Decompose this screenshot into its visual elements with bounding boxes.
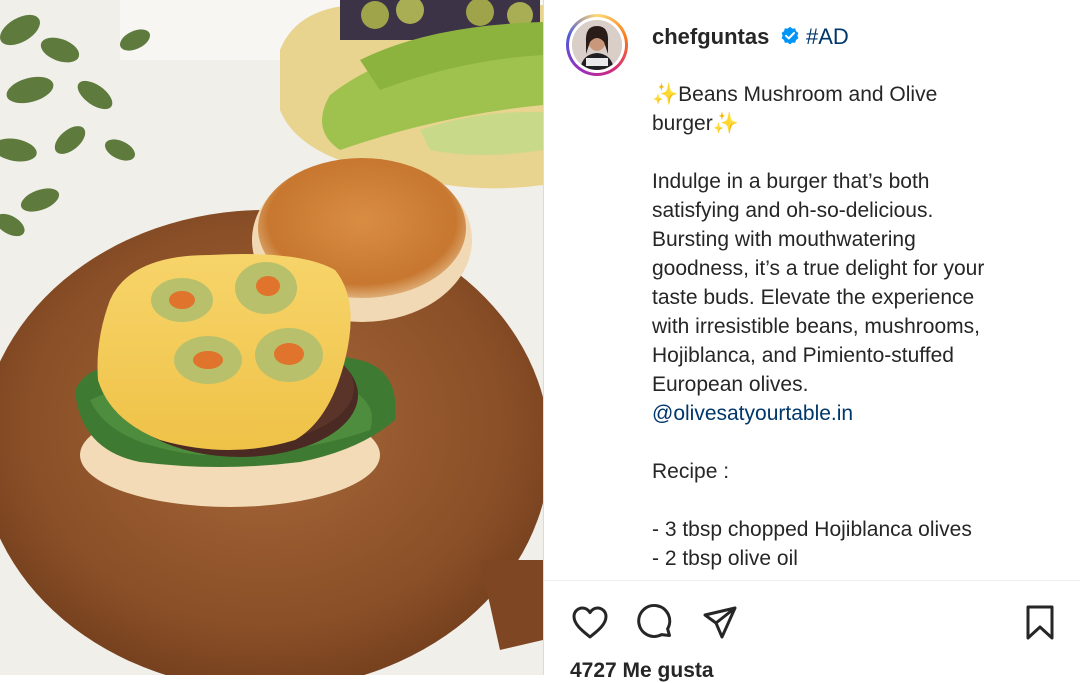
mention-link[interactable]: @olivesatyourtable.in bbox=[652, 399, 1062, 428]
heart-icon[interactable] bbox=[570, 603, 610, 643]
likes-count[interactable]: 4727 Me gusta bbox=[570, 659, 714, 683]
post-image[interactable] bbox=[0, 0, 543, 675]
caption-body-line: Indulge in a burger that’s both bbox=[652, 170, 930, 193]
caption-body-line: Hojiblanca, and Pimiento-stuffed bbox=[652, 344, 954, 367]
action-bar: 4727 Me gusta bbox=[544, 580, 1080, 682]
caption-title-line: burger✨ bbox=[652, 112, 739, 135]
share-icon[interactable] bbox=[700, 603, 740, 643]
bookmark-icon[interactable] bbox=[1020, 603, 1060, 643]
comment-icon[interactable] bbox=[635, 603, 675, 643]
username[interactable]: chefguntas bbox=[652, 24, 769, 50]
recipe-label: Recipe : bbox=[652, 460, 730, 483]
story-ring[interactable] bbox=[566, 14, 628, 76]
caption-body-line: satisfying and oh-so-delicious. bbox=[652, 199, 934, 222]
post-panel: chefguntas #AD ✨Beans Mushroom and Olive… bbox=[543, 0, 1080, 682]
caption-body-line: goodness, it’s a true delight for your bbox=[652, 257, 985, 280]
ingredient-line: - 3 tbsp chopped Hojiblanca olives bbox=[652, 518, 972, 541]
caption-body-line: European olives. bbox=[652, 373, 809, 396]
verified-badge-icon bbox=[780, 26, 800, 46]
avatar-image bbox=[572, 20, 622, 70]
post-header: chefguntas #AD bbox=[544, 0, 1080, 80]
caption-title-line: ✨Beans Mushroom and Olive bbox=[652, 83, 938, 106]
burger-photo bbox=[0, 0, 543, 675]
ad-hashtag[interactable]: #AD bbox=[806, 24, 849, 50]
ingredient-line: - 2 tbsp olive oil bbox=[652, 547, 798, 570]
avatar[interactable] bbox=[572, 20, 622, 70]
caption-body-line: Bursting with mouthwatering bbox=[652, 228, 916, 251]
post-caption: ✨Beans Mushroom and Olive burger✨ Indulg… bbox=[652, 80, 1062, 575]
caption-body-line: taste buds. Elevate the experience bbox=[652, 286, 975, 309]
caption-body-line: with irresistible beans, mushrooms, bbox=[652, 315, 980, 338]
